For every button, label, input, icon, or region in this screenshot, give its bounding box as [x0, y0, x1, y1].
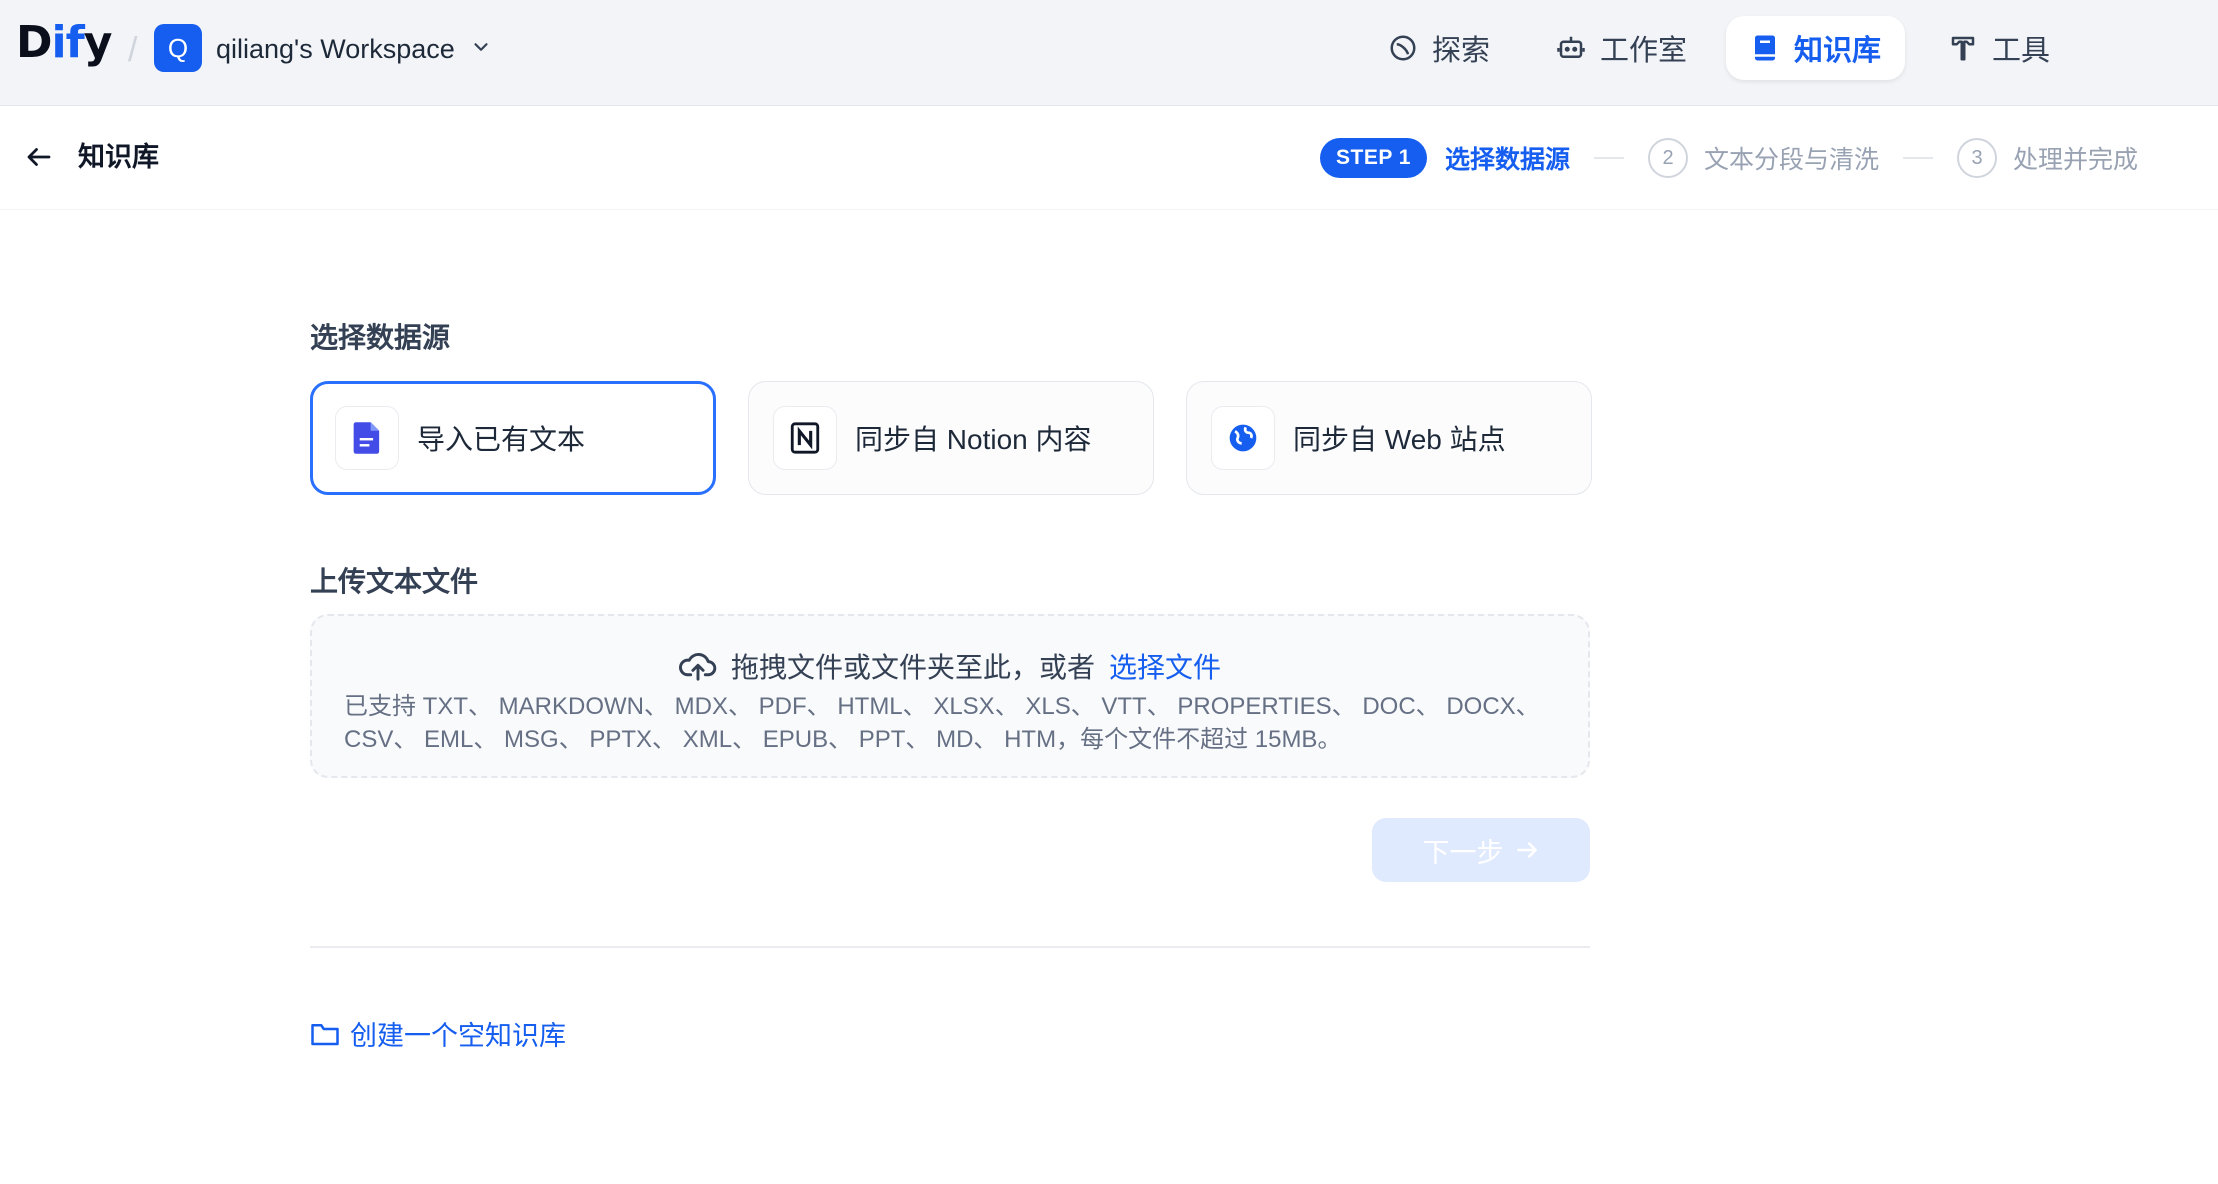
sub-header: 知识库 STEP 1 选择数据源 2 文本分段与清洗 3 处理并完成 — [0, 106, 2218, 210]
datasource-notion-option[interactable]: 同步自 Notion 内容 — [748, 381, 1154, 495]
notion-icon — [773, 406, 837, 470]
dify-logo[interactable]: Dify — [16, 18, 112, 68]
upload-cloud-icon — [679, 653, 717, 681]
nav-knowledge[interactable]: 知识库 — [1726, 16, 1906, 80]
upload-title: 上传文本文件 — [310, 566, 479, 597]
create-empty-label: 创建一个空知识库 — [350, 1021, 566, 1051]
datasource-file-label: 导入已有文本 — [417, 424, 586, 455]
step-3-badge: 3 — [1957, 138, 1998, 178]
next-step-button[interactable]: 下一步 — [1372, 818, 1590, 882]
page-title: 知识库 — [78, 142, 159, 172]
datasource-web-label: 同步自 Web 站点 — [1293, 424, 1506, 455]
datasource-notion-label: 同步自 Notion 内容 — [855, 424, 1092, 455]
datasource-file-option[interactable]: 导入已有文本 — [310, 381, 716, 495]
next-step-label: 下一步 — [1422, 837, 1504, 868]
folder-icon — [311, 1023, 339, 1045]
compass-icon — [1390, 35, 1416, 61]
nav-studio-label: 工作室 — [1600, 35, 1688, 67]
nav-explore-label: 探索 — [1432, 35, 1491, 67]
workspace-avatar[interactable]: Q — [154, 24, 202, 72]
top-navigation-bar: Dify / Q qiliang's Workspace 探索 工作室 知识库 … — [0, 0, 2218, 106]
step-connector — [1903, 157, 1934, 159]
datasource-web-option[interactable]: 同步自 Web 站点 — [1186, 381, 1592, 495]
hammer-icon — [1951, 36, 1975, 61]
robot-icon — [1557, 36, 1585, 58]
workspace-switcher[interactable]: qiliang's Workspace — [216, 32, 455, 66]
file-text-icon — [335, 406, 399, 470]
create-empty-knowledge-link[interactable]: 创建一个空知识库 — [310, 1014, 566, 1053]
step-3-label: 处理并完成 — [2013, 146, 2139, 174]
step-2-label: 文本分段与清洗 — [1704, 146, 1880, 174]
divider — [310, 946, 1590, 948]
nav-tools[interactable]: 工具 — [1924, 16, 2074, 80]
arrow-right-icon — [1516, 842, 1537, 858]
nav-studio[interactable]: 工作室 — [1532, 16, 1711, 80]
select-file-link[interactable]: 选择文件 — [1109, 646, 1221, 686]
nav-tools-label: 工具 — [1992, 35, 2051, 67]
step-1-badge: STEP 1 — [1320, 138, 1427, 178]
step-1-label: 选择数据源 — [1444, 146, 1570, 174]
drop-instruction: 拖拽文件或文件夹至此，或者 — [730, 652, 1095, 683]
book-icon — [1755, 35, 1775, 61]
nav-explore[interactable]: 探索 — [1364, 16, 1514, 80]
step-connector — [1594, 157, 1624, 159]
step-indicator: STEP 1 选择数据源 2 文本分段与清洗 3 处理并完成 — [1320, 136, 2138, 180]
chevron-down-icon[interactable] — [470, 36, 492, 58]
supported-formats: 已支持 TXT、 MARKDOWN、 MDX、 PDF、 HTML、 XLSX、… — [344, 693, 1540, 753]
globe-icon — [1211, 406, 1275, 470]
datasource-title: 选择数据源 — [310, 322, 451, 353]
arrow-left-icon[interactable] — [24, 142, 54, 172]
breadcrumb-separator: / — [128, 31, 138, 69]
nav-knowledge-label: 知识库 — [1794, 35, 1882, 67]
step-2-badge: 2 — [1648, 138, 1688, 178]
file-dropzone[interactable]: 拖拽文件或文件夹至此，或者 选择文件 已支持 TXT、 MARKDOWN、 MD… — [310, 614, 1590, 778]
